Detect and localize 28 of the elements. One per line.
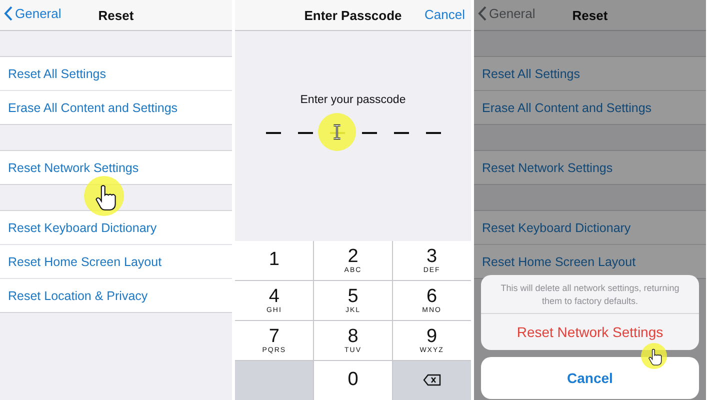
backspace-icon — [422, 374, 441, 386]
reset-button[interactable]: Reset Network Settings — [481, 314, 699, 350]
settings-row[interactable]: Reset Location & Privacy — [0, 279, 232, 312]
delete-key[interactable] — [392, 360, 471, 400]
back-button[interactable]: General — [4, 6, 62, 21]
settings-row[interactable]: Reset Network Settings — [0, 151, 232, 184]
screen-title: Enter Passcode — [304, 8, 402, 22]
back-chevron-icon — [478, 6, 487, 21]
back-chevron-icon — [4, 6, 13, 21]
cancel-button[interactable]: Cancel — [481, 357, 699, 400]
keypad-key[interactable]: 0 — [314, 360, 392, 400]
settings-row[interactable]: Reset Keyboard Dictionary — [474, 211, 706, 244]
cancel-button[interactable]: Cancel — [424, 7, 465, 22]
sheet-message: This will delete all network settings, returning them to factory defaults. — [481, 275, 699, 314]
screen-title: Reset — [572, 8, 608, 22]
settings-row[interactable]: Erase All Content and Settings — [474, 91, 706, 124]
settings-row[interactable]: Reset Home Screen Layout — [474, 245, 706, 278]
settings-row[interactable]: Reset Home Screen Layout — [0, 245, 232, 278]
settings-row[interactable]: Reset All Settings — [0, 57, 232, 90]
text-cursor-drawing — [318, 113, 356, 151]
screen-title: Reset — [98, 8, 134, 22]
back-button[interactable]: General — [478, 6, 536, 21]
settings-row[interactable]: Reset All Settings — [474, 57, 706, 90]
settings-row[interactable]: Reset Network Settings — [474, 151, 706, 184]
keypad-key[interactable]: 1 — [235, 240, 314, 280]
passcode-prompt: Enter your passcode — [300, 94, 406, 106]
settings-row[interactable]: Reset Keyboard Dictionary — [0, 211, 232, 244]
settings-row[interactable]: Erase All Content and Settings — [0, 91, 232, 124]
